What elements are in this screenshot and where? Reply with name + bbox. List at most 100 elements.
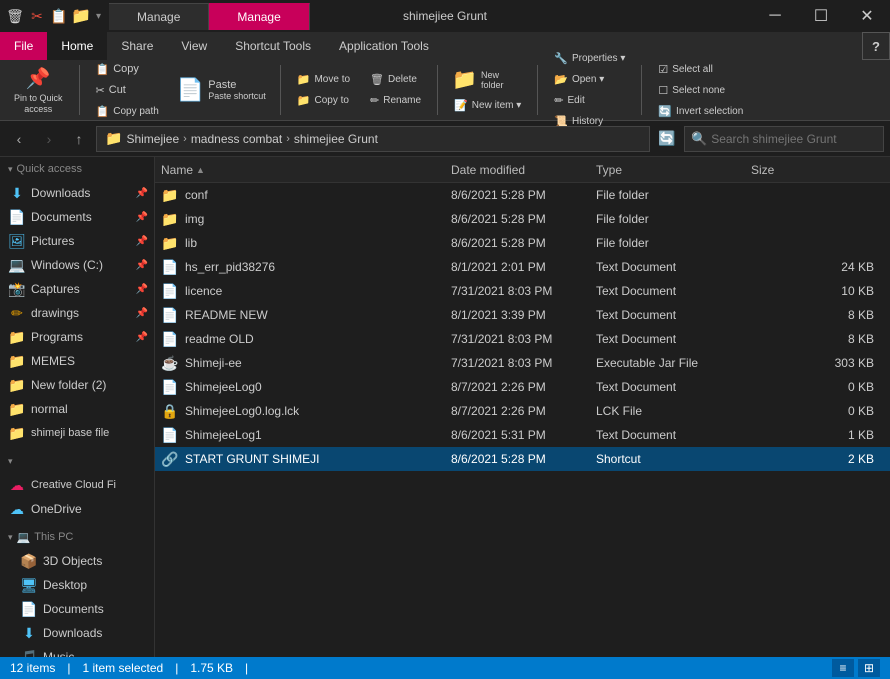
sidebar-item-music[interactable]: 🎵 Music — [0, 645, 154, 657]
back-button[interactable]: ‹ — [6, 126, 32, 152]
pin-quick-access-button[interactable]: 📌 Pin to Quickaccess — [6, 62, 71, 119]
sidebar-item-onedrive[interactable]: ☁ OneDrive — [0, 497, 154, 521]
table-row[interactable]: 🔒 ShimejeeLog0.log.lck 8/7/2021 2:26 PM … — [155, 399, 890, 423]
sidebar-item-shimeji-base[interactable]: 📁 shimeji base file — [0, 421, 154, 445]
undo-icon[interactable]: ✂ — [28, 7, 46, 25]
file-name-cell: 📄 ShimejeeLog1 — [161, 427, 451, 444]
sidebar-item-downloads-pc[interactable]: ⬇ Downloads — [0, 621, 154, 645]
path-part-3[interactable]: shimejiee Grunt — [294, 132, 378, 146]
tab-manage-1[interactable]: Manage — [109, 3, 209, 30]
sidebar-item-memes[interactable]: 📁 MEMES — [0, 349, 154, 373]
sidebar-item-new-folder[interactable]: 📁 New folder (2) — [0, 373, 154, 397]
table-row[interactable]: 📄 ShimejeeLog0 8/7/2021 2:26 PM Text Doc… — [155, 375, 890, 399]
table-row[interactable]: 📁 lib 8/6/2021 5:28 PM File folder — [155, 231, 890, 255]
table-row[interactable]: 📁 conf 8/6/2021 5:28 PM File folder — [155, 183, 890, 207]
new-folder-button[interactable]: 📁 Newfolder — [446, 65, 529, 94]
captures-icon: 📸 — [8, 281, 26, 298]
tab-application-tools[interactable]: Application Tools — [325, 32, 443, 60]
rename-button[interactable]: ✏ Rename — [362, 91, 429, 110]
table-row[interactable]: ☕ Shimeji-ee 7/31/2021 8:03 PM Executabl… — [155, 351, 890, 375]
minimize-button[interactable]: ─ — [752, 0, 798, 32]
invert-icon: 🔄 — [658, 105, 672, 118]
col-header-size[interactable]: Size — [751, 163, 884, 177]
paste-button[interactable]: 📄 Paste Paste shortcut — [171, 73, 272, 107]
sidebar-item-programs[interactable]: 📁 Programs 📌 — [0, 325, 154, 349]
path-part-2[interactable]: madness combat — [191, 132, 282, 146]
table-row[interactable]: 📄 README NEW 8/1/2021 3:39 PM Text Docum… — [155, 303, 890, 327]
path-part-1[interactable]: Shimejiee — [126, 132, 179, 146]
sidebar-item-documents[interactable]: 📄 Documents 📌 — [0, 205, 154, 229]
sidebar-item-normal[interactable]: 📁 normal — [0, 397, 154, 421]
creative-cloud-header[interactable]: ▾ — [0, 449, 154, 473]
table-row[interactable]: 📄 hs_err_pid38276 8/1/2021 2:01 PM Text … — [155, 255, 890, 279]
sidebar-item-documents-pc[interactable]: 📄 Documents — [0, 597, 154, 621]
quick-access-dropdown[interactable]: ▾ — [96, 11, 101, 22]
maximize-button[interactable]: ☐ — [798, 0, 844, 32]
details-view-button[interactable]: ≡ — [832, 659, 854, 677]
sidebar-item-downloads[interactable]: ⬇ Downloads 📌 — [0, 181, 154, 205]
select-none-button[interactable]: ☐ Select none — [650, 81, 751, 100]
quick-access-header[interactable]: ▾ Quick access — [0, 157, 154, 181]
separator-1 — [79, 65, 80, 115]
sidebar-item-desktop[interactable]: 🖥 Desktop — [0, 573, 154, 597]
col-header-type[interactable]: Type — [596, 163, 751, 177]
table-row[interactable]: 📁 img 8/6/2021 5:28 PM File folder — [155, 207, 890, 231]
copy-to-button[interactable]: 📁 Copy to — [289, 91, 358, 110]
sidebar-item-label: Documents — [31, 210, 92, 224]
sidebar-item-pictures[interactable]: 🖼 Pictures 📌 — [0, 229, 154, 253]
sidebar-item-windows-c[interactable]: 💻 Windows (C:) 📌 — [0, 253, 154, 277]
file-name-cell: 📁 lib — [161, 235, 451, 252]
open-button[interactable]: 📂 Open ▾ — [546, 70, 633, 89]
properties-button[interactable]: 🔧 Properties ▾ — [546, 49, 633, 68]
sidebar-item-creative-cloud[interactable]: ☁ Creative Cloud Fi — [0, 473, 154, 497]
sidebar-item-label: 3D Objects — [43, 554, 102, 568]
col-header-date[interactable]: Date modified — [451, 163, 596, 177]
large-icon-view-button[interactable]: ⊞ — [858, 659, 880, 677]
copy-icon[interactable]: 📋 — [50, 7, 68, 25]
table-row[interactable]: 📄 ShimejeeLog1 8/6/2021 5:31 PM Text Doc… — [155, 423, 890, 447]
tab-shortcut-tools[interactable]: Shortcut Tools — [221, 32, 325, 60]
forward-button[interactable]: › — [36, 126, 62, 152]
table-row[interactable]: 📄 readme OLD 7/31/2021 8:03 PM Text Docu… — [155, 327, 890, 351]
cut-button[interactable]: ✂ Cut — [88, 81, 167, 100]
refresh-button[interactable]: 🔄 — [654, 126, 680, 152]
table-row[interactable]: 📄 licence 7/31/2021 8:03 PM Text Documen… — [155, 279, 890, 303]
invert-selection-button[interactable]: 🔄 Invert selection — [650, 102, 751, 121]
windowsc-icon: 💻 — [8, 257, 26, 274]
tab-manage-2[interactable]: Manage — [209, 3, 309, 30]
search-input[interactable] — [711, 132, 877, 146]
moveto-icon: 📁 — [297, 73, 311, 86]
col-header-name[interactable]: Name ▲ — [161, 163, 451, 177]
file-date: 8/6/2021 5:31 PM — [451, 428, 596, 442]
select-all-button[interactable]: ☑ Select all — [650, 60, 751, 79]
move-to-button[interactable]: 📁 Move to — [289, 70, 358, 89]
file-name: lib — [185, 236, 197, 250]
sidebar-item-drawings[interactable]: ✏ drawings 📌 — [0, 301, 154, 325]
copy-path-button[interactable]: 📋 Copy path — [88, 102, 167, 121]
address-bar[interactable]: 📁 Shimejiee › madness combat › shimejiee… — [96, 126, 650, 152]
shimeji-base-icon: 📁 — [8, 425, 26, 442]
sidebar-item-3d-objects[interactable]: 📦 3D Objects — [0, 549, 154, 573]
table-row[interactable]: 🔗 START GRUNT SHIMEJI 8/6/2021 5:28 PM S… — [155, 447, 890, 471]
search-box[interactable]: 🔍 — [684, 126, 884, 152]
tab-view[interactable]: View — [167, 32, 221, 60]
file-icon: 🔗 — [161, 451, 179, 468]
file-type: Text Document — [596, 308, 751, 322]
up-button[interactable]: ↑ — [66, 126, 92, 152]
tab-share[interactable]: Share — [107, 32, 167, 60]
file-name-cell: 📄 licence — [161, 283, 451, 300]
sidebar-item-captures[interactable]: 📸 Captures 📌 — [0, 277, 154, 301]
file-name-cell: 📄 README NEW — [161, 307, 451, 324]
tab-home[interactable]: Home — [47, 32, 107, 60]
this-pc-header[interactable]: ▾ 💻 This PC — [0, 525, 154, 549]
delete-button[interactable]: 🗑 Delete — [362, 70, 429, 89]
file-size: 24 KB — [751, 260, 884, 274]
pin-indicator: 📌 — [136, 332, 148, 343]
close-button[interactable]: ✕ — [844, 0, 890, 32]
edit-button[interactable]: ✏ Edit — [546, 91, 633, 110]
new-item-button[interactable]: 📝 New item ▾ — [446, 96, 529, 115]
help-button[interactable]: ? — [862, 32, 890, 60]
tab-file[interactable]: File — [0, 32, 47, 60]
file-type: Executable Jar File — [596, 356, 751, 370]
copy-button[interactable]: 📋 Copy — [88, 60, 167, 79]
